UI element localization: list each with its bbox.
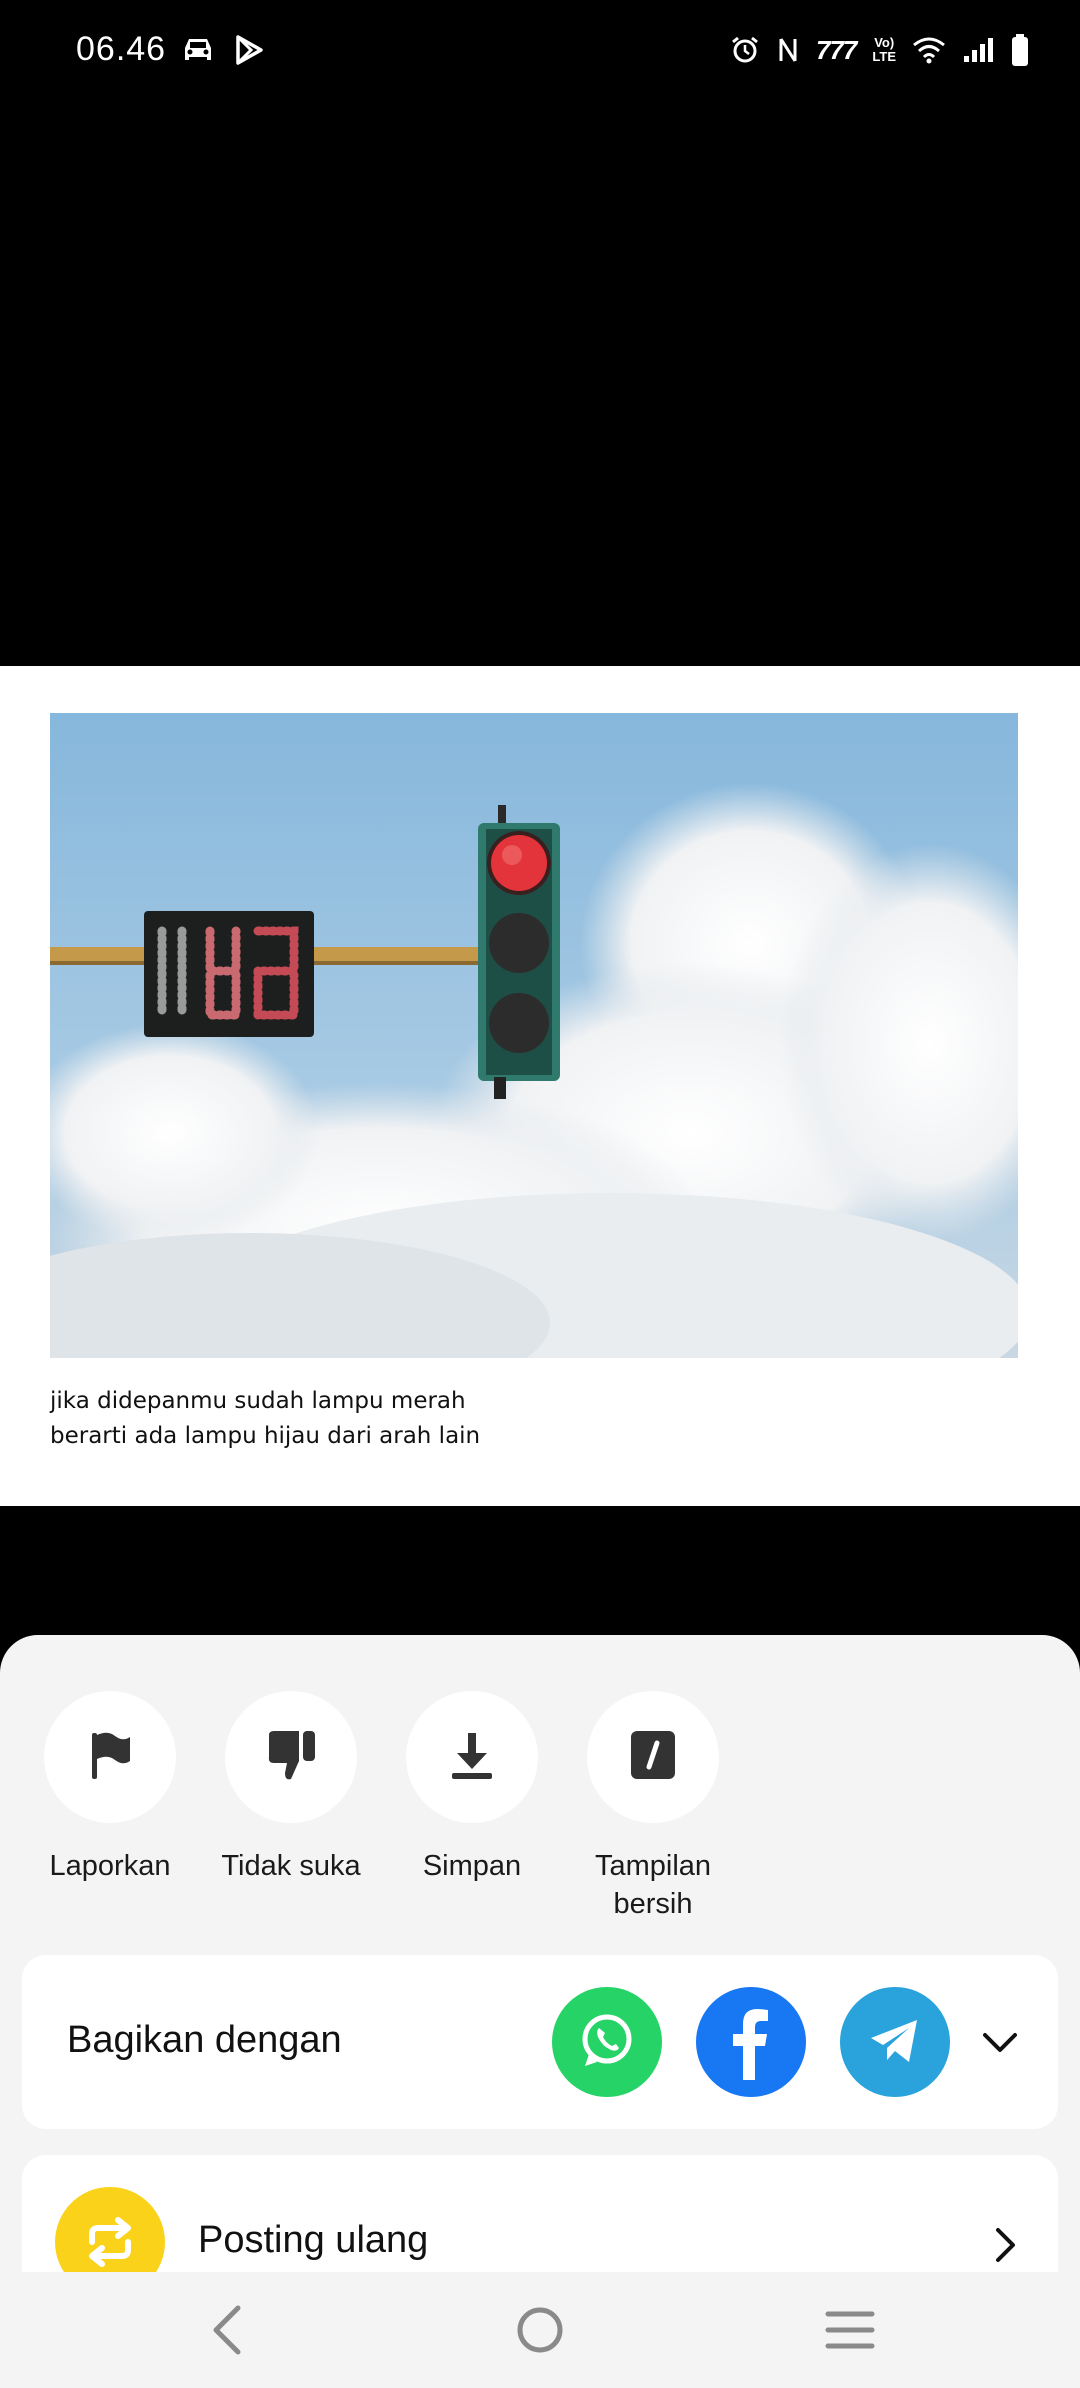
clear-display-button[interactable] — [587, 1691, 719, 1823]
status-right-icons: 777 Vo) LTE — [730, 30, 1030, 70]
volte-icon: Vo) LTE — [872, 30, 896, 70]
chevron-right-icon — [986, 2223, 1026, 2267]
flag-icon — [82, 1727, 138, 1788]
post-image[interactable] — [50, 713, 1018, 1358]
dislike-button[interactable] — [225, 1691, 357, 1823]
recents-icon[interactable] — [810, 2294, 890, 2366]
play-store-icon — [234, 30, 264, 70]
status-time: 06.46 — [76, 30, 167, 68]
status-left-icons — [180, 30, 264, 70]
chevron-down-icon[interactable] — [978, 2021, 1022, 2065]
status-bar: 06.46 777 Vo) LTE — [0, 0, 1080, 100]
report-button[interactable] — [44, 1691, 176, 1823]
post-caption: jika didepanmu sudah lampu merah berarti… — [50, 1384, 950, 1454]
battery-icon — [1010, 30, 1030, 70]
clear-display-action[interactable]: Tampilan bersih — [563, 1691, 743, 1923]
signal-icon — [962, 30, 994, 70]
home-icon[interactable] — [500, 2294, 580, 2366]
clear-display-icon — [625, 1727, 681, 1788]
navigation-bar — [0, 2272, 1080, 2388]
alarm-icon — [730, 30, 760, 70]
action-row: Laporkan Tidak suka Simpan Tampilan bers… — [0, 1691, 1080, 1931]
report-label: Laporkan — [49, 1850, 171, 1882]
network-icon: 777 — [816, 34, 857, 65]
report-action[interactable]: Laporkan — [20, 1691, 200, 1885]
save-button[interactable] — [406, 1691, 538, 1823]
back-icon[interactable] — [188, 2294, 268, 2366]
facebook-icon — [719, 2000, 783, 2085]
share-card: Bagikan dengan — [22, 1955, 1058, 2129]
thumbs-down-icon — [261, 1725, 321, 1790]
whatsapp-button[interactable] — [552, 1987, 662, 2097]
wifi-icon — [912, 30, 946, 70]
share-title: Bagikan dengan — [67, 2019, 342, 2061]
post-card[interactable]: jika didepanmu sudah lampu merah berarti… — [0, 666, 1080, 1506]
telegram-icon — [865, 2010, 925, 2075]
dislike-label: Tidak suka — [221, 1850, 361, 1882]
caption-line-2: berarti ada lampu hijau dari arah lain — [50, 1423, 481, 1449]
telegram-button[interactable] — [840, 1987, 950, 2097]
save-action[interactable]: Simpan — [382, 1691, 562, 1885]
save-label: Simpan — [422, 1850, 522, 1882]
facebook-button[interactable] — [696, 1987, 806, 2097]
caption-line-1: jika didepanmu sudah lampu merah — [50, 1388, 466, 1414]
nfc-icon — [776, 30, 800, 70]
volte-top: Vo) — [874, 35, 895, 50]
repost-label: Posting ulang — [198, 2219, 429, 2261]
clear-display-label: Tampilan bersih — [594, 1850, 712, 1920]
whatsapp-icon — [575, 2008, 639, 2077]
volte-bottom: LTE — [872, 49, 896, 64]
dislike-action[interactable]: Tidak suka — [201, 1691, 381, 1885]
car-icon — [180, 30, 216, 70]
download-icon — [444, 1727, 500, 1788]
